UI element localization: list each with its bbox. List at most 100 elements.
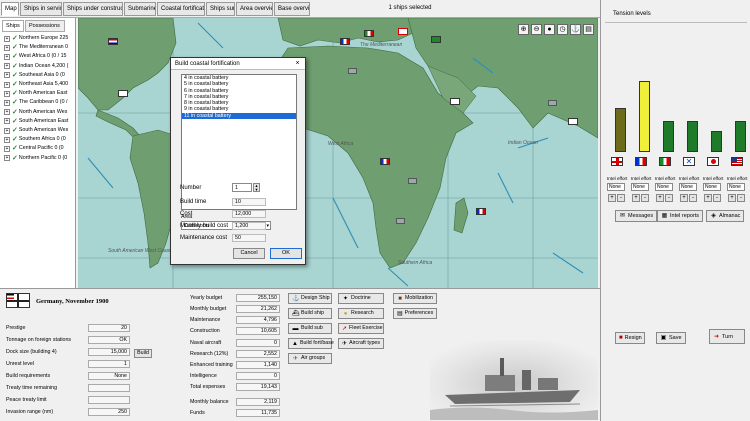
expand-icon[interactable]: + (4, 136, 10, 143)
increase-icon[interactable]: + (608, 194, 616, 202)
expand-icon[interactable]: + (4, 99, 10, 106)
flag-icon[interactable] (380, 158, 390, 165)
flag-icon[interactable] (364, 30, 374, 37)
region-item[interactable]: + ✓ Northern Europe 225 (4, 34, 74, 43)
region-item[interactable]: + ✓ Northeast Asia 5,400 (4, 80, 74, 89)
tab-ships-under-construction[interactable]: Ships under construction (63, 2, 123, 16)
ship-marker-icon[interactable] (396, 218, 405, 224)
expand-icon[interactable]: + (4, 145, 10, 152)
expand-icon[interactable]: + (4, 109, 10, 116)
research-button[interactable]: ● Research (338, 308, 384, 319)
region-item[interactable]: + ✓ The Caribbean 0 (0 / (4, 98, 74, 107)
design-ship-button[interactable]: ⚓ Design Ship (288, 293, 332, 304)
region-item[interactable]: + ✓ Southeast Asia 0 (0 (4, 71, 74, 80)
fleet-exercise-button[interactable]: ➚ Fleet Exercise (338, 323, 384, 334)
increase-icon[interactable]: + (680, 194, 688, 202)
world-map[interactable]: The Mediterranean West Africa Indian Oce… (78, 18, 598, 288)
ship-marker-icon[interactable] (348, 68, 357, 74)
flag-icon[interactable] (476, 208, 486, 215)
tab-submarines[interactable]: Submarines (124, 2, 156, 16)
decrease-icon[interactable]: - (617, 194, 625, 202)
almanac-button[interactable]: ◈ Almanac (706, 210, 745, 222)
region-item[interactable]: + ✓ Northern Pacific 0 (0 (4, 154, 74, 163)
flag-icon[interactable] (118, 90, 128, 97)
ok-button[interactable]: OK (270, 248, 302, 259)
doctrine-button[interactable]: ✦ Doctrine (338, 293, 384, 304)
intel-effort-select[interactable]: None (607, 183, 625, 191)
expand-icon[interactable]: + (4, 155, 10, 162)
intel-effort-select[interactable]: None (631, 183, 649, 191)
flag-icon[interactable] (398, 28, 408, 35)
end-turn-button[interactable]: ➜ Turn (709, 329, 745, 344)
tab-ships-sunk[interactable]: Ships sunk (206, 2, 235, 16)
tab-coastal-fortifications[interactable]: Coastal fortifications (157, 2, 205, 16)
layers-icon[interactable]: ▤ (583, 24, 594, 35)
tab-area-overview[interactable]: Area overview (236, 2, 273, 16)
build-ship-button[interactable]: ⛴ Build ship (288, 308, 332, 319)
tab-base-overview[interactable]: Base overview (274, 2, 310, 16)
ship-marker-icon[interactable] (408, 178, 417, 184)
expand-icon[interactable]: + (4, 53, 10, 60)
preferences-button[interactable]: ▤ Preferences (393, 308, 437, 319)
intel-effort-select[interactable]: None (679, 183, 697, 191)
cancel-button[interactable]: Cancel (233, 248, 265, 259)
build-sub-button[interactable]: ▬ Build sub (288, 323, 332, 334)
aircraft-types-button[interactable]: ✈ Aircraft types (338, 338, 384, 349)
ship-filter-icon[interactable]: ⚓ (570, 24, 581, 35)
resign-button[interactable]: ■ Resign (615, 332, 645, 344)
messages-button[interactable]: ✉ Messages (615, 210, 658, 222)
increase-icon[interactable]: + (632, 194, 640, 202)
decrease-icon[interactable]: - (689, 194, 697, 202)
expand-icon[interactable]: + (4, 44, 10, 51)
region-item[interactable]: + ✓ Southern Africa 0 (0 (4, 135, 74, 144)
region-item[interactable]: + ✓ South American Wes (4, 126, 74, 135)
region-item[interactable]: + ✓ South American East (4, 117, 74, 126)
tab-map[interactable]: Map (1, 2, 19, 16)
expand-icon[interactable]: + (4, 72, 10, 79)
build-dock-button[interactable]: Build (134, 349, 152, 358)
expand-icon[interactable]: + (4, 63, 10, 70)
increase-icon[interactable]: + (728, 194, 736, 202)
decrease-icon[interactable]: - (737, 194, 745, 202)
tab-ships-in-service[interactable]: Ships in service (20, 2, 62, 16)
flag-icon[interactable] (108, 38, 118, 45)
mobilization-button[interactable]: ■ Mobilization (393, 293, 437, 304)
decrease-icon[interactable]: - (665, 194, 673, 202)
zoom-out-icon[interactable]: ⊖ (531, 24, 542, 35)
close-icon[interactable]: × (293, 59, 302, 68)
expand-icon[interactable]: + (4, 35, 10, 42)
intel-effort-select[interactable]: None (703, 183, 721, 191)
region-item[interactable]: + ✓ The Mediterranean 0 (4, 43, 74, 52)
expand-icon[interactable]: + (4, 118, 10, 125)
flag-icon[interactable] (450, 98, 460, 105)
region-item[interactable]: + ✓ North American East (4, 89, 74, 98)
clock-icon[interactable]: ◷ (557, 24, 568, 35)
flag-icon[interactable] (568, 118, 578, 125)
expand-icon[interactable]: + (4, 81, 10, 88)
region-item[interactable]: + ✓ Central Pacific 0 (0 (4, 144, 74, 153)
region-item[interactable]: + ✓ Indian Ocean 4,200 ( (4, 62, 74, 71)
number-input[interactable]: 1 (232, 183, 252, 192)
increase-icon[interactable]: + (704, 194, 712, 202)
save-button[interactable]: ▣ Save (656, 332, 686, 344)
region-item[interactable]: + ✓ North American Wes (4, 108, 74, 117)
subtab-possessions[interactable]: Possessions (25, 20, 65, 32)
region-item[interactable]: + ✓ West Africa 0 (0 / 15 (4, 52, 74, 61)
air-groups-button[interactable]: ✈ Air groups (288, 353, 332, 364)
decrease-icon[interactable]: - (713, 194, 721, 202)
decrease-icon[interactable]: - (641, 194, 649, 202)
flag-icon[interactable] (431, 36, 441, 43)
intel-reports-button[interactable]: ▦ Intel reports (657, 210, 704, 222)
battery-option[interactable]: 11 in coastal battery (182, 112, 296, 120)
build-fort-button[interactable]: ▲ Build fort/base (288, 338, 334, 349)
intel-effort-select[interactable]: None (655, 183, 673, 191)
expand-icon[interactable]: + (4, 90, 10, 97)
ship-marker-icon[interactable] (548, 100, 557, 106)
flag-icon[interactable] (340, 38, 350, 45)
intel-effort-select[interactable]: None (727, 183, 745, 191)
subtab-ships[interactable]: Ships (2, 20, 24, 32)
increase-icon[interactable]: + (656, 194, 664, 202)
number-stepper[interactable]: ▴ ▾ (253, 183, 260, 192)
expand-icon[interactable]: + (4, 127, 10, 134)
droplet-icon[interactable]: ● (544, 24, 555, 35)
